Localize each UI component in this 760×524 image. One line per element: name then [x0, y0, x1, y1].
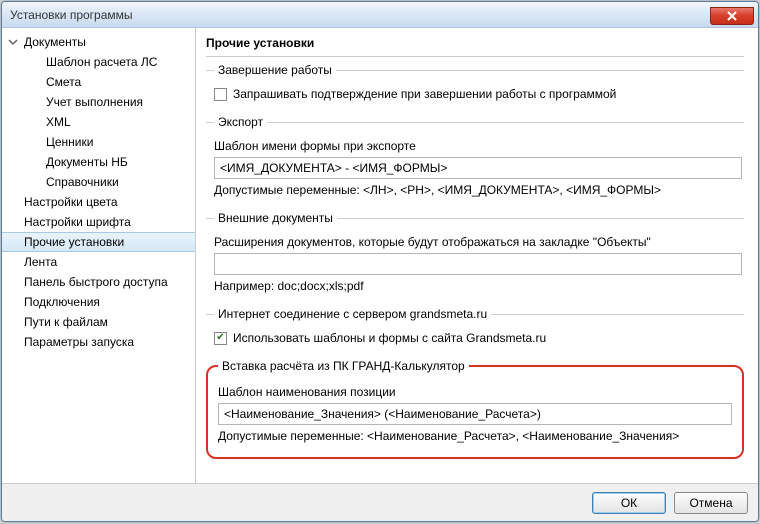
tree-execution[interactable]: Учет выполнения: [2, 92, 195, 112]
tree-color-settings[interactable]: Настройки цвета: [2, 192, 195, 212]
tree-prices[interactable]: Ценники: [2, 132, 195, 152]
tree-item-label: Настройки цвета: [24, 195, 118, 209]
tree-documents-nb[interactable]: Документы НБ: [2, 152, 195, 172]
tree-item-label: Панель быстрого доступа: [24, 275, 168, 289]
chevron-down-icon: [8, 36, 18, 46]
content-title: Прочие установки: [206, 34, 744, 57]
group-external-docs: Внешние документы Расширения документов,…: [206, 211, 744, 299]
tree-item-label: XML: [46, 115, 71, 129]
tree-item-label: Параметры запуска: [24, 335, 134, 349]
window-title: Установки программы: [10, 8, 710, 22]
tree-quick-access[interactable]: Панель быстрого доступа: [2, 272, 195, 292]
tree-item-label: Документы: [24, 35, 86, 49]
tree-font-settings[interactable]: Настройки шрифта: [2, 212, 195, 232]
group-export-legend: Экспорт: [214, 115, 267, 129]
group-export: Экспорт Шаблон имени формы при экспорте …: [206, 115, 744, 203]
tree-template-ls[interactable]: Шаблон расчета ЛС: [2, 52, 195, 72]
export-vars-label: Допустимые переменные: <ЛН>, <РН>, <ИМЯ_…: [214, 183, 742, 197]
group-calc-insert-legend: Вставка расчёта из ПК ГРАНД-Калькулятор: [218, 359, 469, 373]
calc-template-input[interactable]: [218, 403, 732, 425]
tree-connections[interactable]: Подключения: [2, 292, 195, 312]
tree-smeta[interactable]: Смета: [2, 72, 195, 92]
tree-item-label: Прочие установки: [24, 235, 124, 249]
cancel-button[interactable]: Отмена: [674, 492, 748, 514]
export-template-input[interactable]: [214, 157, 742, 179]
tree-item-label: Лента: [24, 255, 57, 269]
tree-item-label: Шаблон расчета ЛС: [46, 55, 157, 69]
tree-other-settings[interactable]: Прочие установки: [2, 232, 195, 252]
sidebar-tree: Документы Шаблон расчета ЛС Смета Учет выпо…: [2, 28, 196, 483]
confirm-exit-checkbox[interactable]: [214, 88, 227, 101]
tree-item-label: Ценники: [46, 135, 93, 149]
group-internet: Интернет соединение с сервером grandsmet…: [206, 307, 744, 351]
tree-startup-params[interactable]: Параметры запуска: [2, 332, 195, 352]
settings-window: Установки программы Документы Шаблон расч…: [1, 1, 759, 522]
group-shutdown-legend: Завершение работы: [214, 63, 336, 77]
content-pane: Прочие установки Завершение работы Запра…: [196, 28, 758, 483]
use-templates-checkbox[interactable]: ✔: [214, 332, 227, 345]
group-external-docs-legend: Внешние документы: [214, 211, 337, 225]
calc-template-label: Шаблон наименования позиции: [218, 385, 732, 399]
ext-label: Расширения документов, которые будут ото…: [214, 235, 742, 249]
ext-example-label: Например: doc;docx;xls;pdf: [214, 279, 742, 293]
confirm-exit-label: Запрашивать подтверждение при завершении…: [233, 87, 616, 101]
tree-references[interactable]: Справочники: [2, 172, 195, 192]
use-templates-label: Использовать шаблоны и формы с сайта Gra…: [233, 331, 546, 345]
close-button[interactable]: [710, 7, 754, 25]
export-template-label: Шаблон имени формы при экспорте: [214, 139, 742, 153]
ext-input[interactable]: [214, 253, 742, 275]
tree-documents[interactable]: Документы: [2, 32, 195, 52]
tree-xml[interactable]: XML: [2, 112, 195, 132]
window-body: Документы Шаблон расчета ЛС Смета Учет выпо…: [2, 28, 758, 483]
tree-item-label: Справочники: [46, 175, 119, 189]
group-internet-legend: Интернет соединение с сервером grandsmet…: [214, 307, 491, 321]
titlebar: Установки программы: [2, 2, 758, 28]
tree-file-paths[interactable]: Пути к файлам: [2, 312, 195, 332]
tree-item-label: Настройки шрифта: [24, 215, 131, 229]
calc-vars-label: Допустимые переменные: <Наименование_Рас…: [218, 429, 732, 443]
ok-button[interactable]: ОК: [592, 492, 666, 514]
tree-item-label: Документы НБ: [46, 155, 128, 169]
tree-item-label: Пути к файлам: [24, 315, 108, 329]
group-shutdown: Завершение работы Запрашивать подтвержде…: [206, 63, 744, 107]
tree-ribbon[interactable]: Лента: [2, 252, 195, 272]
tree-item-label: Учет выполнения: [46, 95, 143, 109]
close-icon: [727, 11, 737, 21]
tree-item-label: Смета: [46, 75, 81, 89]
dialog-footer: ОК Отмена: [2, 483, 758, 521]
tree-item-label: Подключения: [24, 295, 100, 309]
group-calc-insert: Вставка расчёта из ПК ГРАНД-Калькулятор …: [206, 359, 744, 459]
